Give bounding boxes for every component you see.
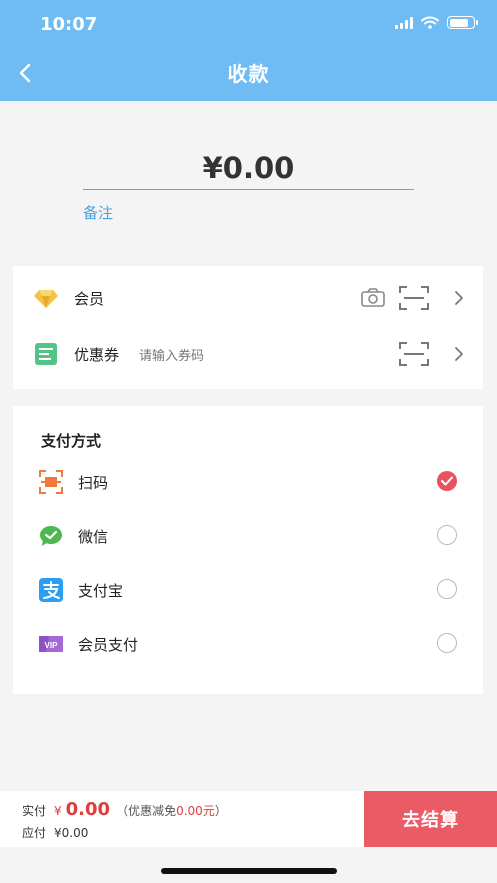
payment-label-alipay: 支付宝 bbox=[78, 582, 124, 600]
radio-unselected[interactable] bbox=[437, 579, 457, 599]
amount-value: ¥0.00 bbox=[202, 151, 295, 185]
due-pay-label: 应付 bbox=[22, 826, 47, 840]
amount-underline bbox=[83, 189, 414, 190]
discount-suffix: ） bbox=[214, 804, 227, 818]
vip-icon: VIP bbox=[39, 636, 63, 652]
payment-option-vip[interactable]: VIP 会员支付 bbox=[13, 620, 483, 668]
payment-option-wechat[interactable]: 微信 bbox=[13, 512, 483, 560]
payment-option-alipay[interactable]: 支付宝 bbox=[13, 566, 483, 614]
member-label: 会员 bbox=[74, 289, 105, 308]
signal-icon bbox=[395, 16, 413, 29]
payment-title: 支付方式 bbox=[41, 432, 102, 450]
payment-method-card: 支付方式 扫码 微信 支付宝 VIP 会员支付 bbox=[13, 406, 483, 694]
member-coupon-card: 会员 优惠券 请输入券码 bbox=[13, 266, 483, 389]
diamond-icon bbox=[34, 290, 58, 308]
radio-unselected[interactable] bbox=[437, 525, 457, 545]
status-time: 10:07 bbox=[40, 14, 98, 35]
battery-icon bbox=[447, 16, 478, 29]
actual-pay-line: 实付 ¥ 0.00 （优惠减免0.00元） bbox=[22, 799, 227, 820]
member-row[interactable]: 会员 bbox=[13, 270, 483, 326]
discount-note: （优惠减免0.00元） bbox=[116, 802, 227, 819]
coupon-icon bbox=[35, 343, 57, 365]
coupon-code-input[interactable]: 请输入券码 bbox=[139, 345, 204, 364]
payment-option-scan[interactable]: 扫码 bbox=[13, 458, 483, 506]
scan-icon bbox=[399, 286, 429, 310]
coupon-row[interactable]: 优惠券 请输入券码 bbox=[13, 326, 483, 382]
discount-amount: 0.00元 bbox=[176, 804, 215, 818]
svg-text:VIP: VIP bbox=[45, 641, 59, 650]
wifi-icon bbox=[421, 16, 439, 29]
amount-field[interactable]: ¥0.00 bbox=[83, 148, 414, 190]
chevron-right-icon bbox=[455, 347, 463, 361]
member-scan-button[interactable] bbox=[399, 286, 429, 310]
actual-pay-currency: ¥ bbox=[54, 804, 62, 818]
actual-pay-label: 实付 bbox=[22, 804, 47, 818]
scan-icon bbox=[399, 342, 429, 366]
due-pay-amount: ¥0.00 bbox=[54, 826, 89, 840]
app-header: 10:07 收款 bbox=[0, 0, 497, 101]
page-title: 收款 bbox=[227, 62, 270, 86]
due-pay-line: 应付 ¥0.00 bbox=[22, 824, 88, 841]
actual-pay-amount: 0.00 bbox=[65, 799, 111, 820]
coupon-scan-button[interactable] bbox=[399, 342, 429, 366]
wechat-icon bbox=[40, 526, 62, 546]
payment-label-vip: 会员支付 bbox=[78, 636, 139, 654]
home-indicator bbox=[161, 868, 337, 874]
remark-link[interactable]: 备注 bbox=[83, 202, 113, 223]
payment-label-wechat: 微信 bbox=[78, 528, 109, 546]
discount-prefix: （优惠减免 bbox=[116, 804, 177, 818]
checkout-button[interactable]: 去结算 bbox=[364, 791, 497, 847]
coupon-label: 优惠券 bbox=[74, 345, 120, 364]
radio-selected[interactable] bbox=[437, 471, 457, 491]
check-icon bbox=[441, 476, 453, 486]
scan-pay-icon bbox=[39, 470, 63, 494]
camera-icon bbox=[361, 288, 385, 307]
alipay-icon bbox=[39, 578, 63, 602]
payment-label-scan: 扫码 bbox=[78, 474, 109, 492]
radio-unselected[interactable] bbox=[437, 633, 457, 653]
chevron-right-icon bbox=[455, 291, 463, 305]
status-icons bbox=[395, 16, 478, 29]
camera-button[interactable] bbox=[360, 287, 386, 309]
